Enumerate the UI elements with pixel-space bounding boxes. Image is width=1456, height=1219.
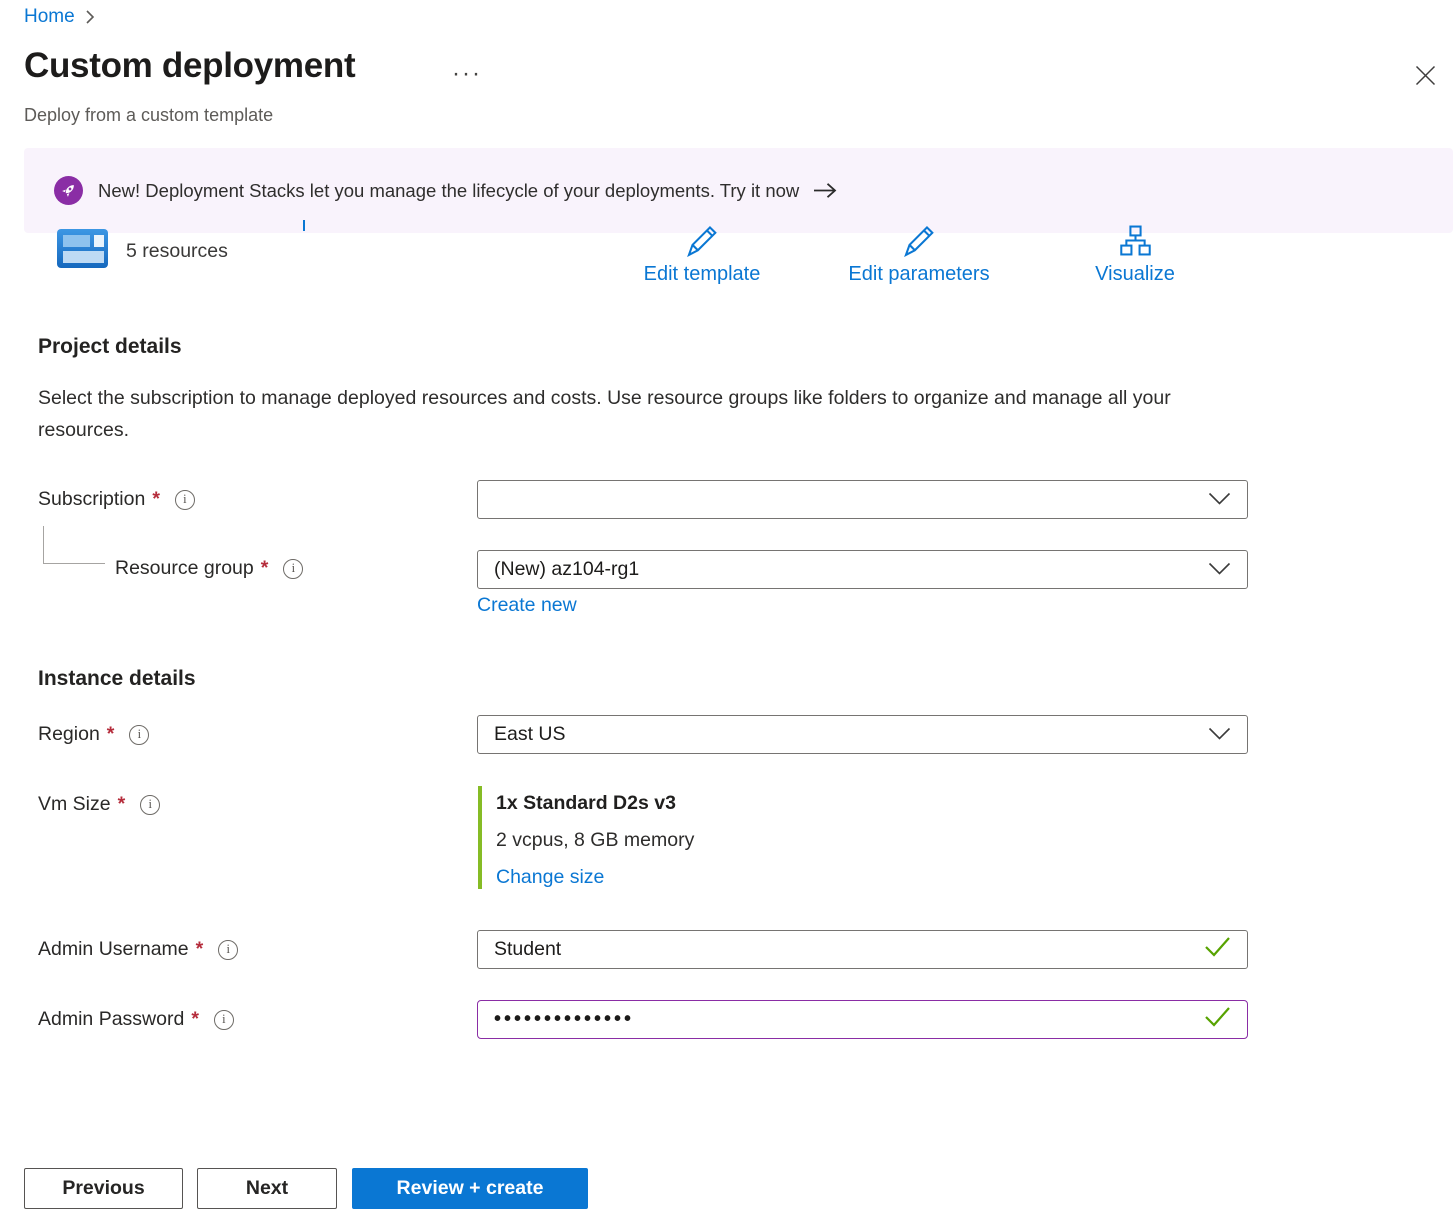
change-size-link[interactable]: Change size bbox=[496, 866, 604, 888]
region-label: Region * i bbox=[38, 723, 149, 746]
admin-password-value: •••••••••••••• bbox=[494, 1008, 634, 1031]
edit-parameters-label: Edit parameters bbox=[848, 263, 989, 286]
chevron-down-icon bbox=[1208, 558, 1231, 581]
pencil-icon bbox=[684, 224, 720, 262]
required-asterisk: * bbox=[196, 938, 204, 961]
visualize-label: Visualize bbox=[1095, 263, 1175, 286]
breadcrumb-chevron-icon bbox=[85, 9, 95, 25]
check-icon bbox=[1204, 936, 1231, 963]
breadcrumb: Home bbox=[24, 6, 95, 28]
required-asterisk: * bbox=[261, 557, 269, 580]
arrow-right-icon bbox=[813, 182, 838, 199]
visualize-button[interactable]: Visualize bbox=[1055, 224, 1215, 286]
more-actions-button[interactable]: ··· bbox=[452, 60, 482, 88]
region-value: East US bbox=[494, 723, 566, 746]
edit-template-button[interactable]: Edit template bbox=[622, 224, 782, 286]
edit-parameters-button[interactable]: Edit parameters bbox=[839, 224, 999, 286]
hierarchy-connector-vertical bbox=[43, 526, 44, 564]
review-create-button[interactable]: Review + create bbox=[352, 1168, 588, 1209]
admin-username-label: Admin Username * i bbox=[38, 938, 238, 961]
template-icon bbox=[57, 229, 108, 268]
chevron-down-icon bbox=[1208, 488, 1231, 511]
admin-password-input[interactable]: •••••••••••••• bbox=[477, 1000, 1248, 1039]
next-button[interactable]: Next bbox=[197, 1168, 337, 1209]
previous-button[interactable]: Previous bbox=[24, 1168, 183, 1209]
check-icon bbox=[1204, 1006, 1231, 1033]
banner-message[interactable]: New! Deployment Stacks let you manage th… bbox=[98, 180, 799, 202]
rocket-icon bbox=[54, 176, 83, 205]
project-details-description: Select the subscription to manage deploy… bbox=[38, 383, 1188, 446]
hierarchy-connector-horizontal bbox=[43, 563, 105, 564]
required-asterisk: * bbox=[118, 793, 126, 816]
instance-details-heading: Instance details bbox=[38, 667, 196, 691]
subscription-label: Subscription * i bbox=[38, 488, 195, 511]
resource-group-select[interactable]: (New) az104-rg1 bbox=[477, 550, 1248, 589]
admin-password-label: Admin Password * i bbox=[38, 1008, 234, 1031]
deployment-stacks-banner[interactable]: New! Deployment Stacks let you manage th… bbox=[24, 148, 1453, 233]
region-select[interactable]: East US bbox=[477, 715, 1248, 754]
info-icon[interactable]: i bbox=[283, 559, 303, 579]
chevron-down-icon bbox=[1208, 723, 1231, 746]
vm-size-specs: 2 vcpus, 8 GB memory bbox=[496, 829, 694, 852]
resource-group-label: Resource group * i bbox=[115, 557, 303, 580]
page-subtitle: Deploy from a custom template bbox=[24, 105, 273, 126]
required-asterisk: * bbox=[191, 1008, 199, 1031]
edit-template-label: Edit template bbox=[644, 263, 761, 286]
pencil-icon bbox=[901, 224, 937, 262]
cropped-text-artifact bbox=[303, 220, 305, 231]
info-icon[interactable]: i bbox=[175, 490, 195, 510]
admin-username-input[interactable]: Student bbox=[477, 930, 1248, 969]
resource-group-value: (New) az104-rg1 bbox=[494, 558, 639, 581]
page-title: Custom deployment bbox=[24, 46, 355, 86]
resource-count-label: 5 resources bbox=[126, 240, 228, 263]
project-details-heading: Project details bbox=[38, 335, 182, 359]
vm-size-label: Vm Size * i bbox=[38, 793, 160, 816]
subscription-select[interactable] bbox=[477, 480, 1248, 519]
org-chart-icon bbox=[1119, 224, 1152, 262]
required-asterisk: * bbox=[107, 723, 115, 746]
vm-size-title: 1x Standard D2s v3 bbox=[496, 792, 694, 815]
breadcrumb-home-link[interactable]: Home bbox=[24, 6, 75, 28]
create-new-link[interactable]: Create new bbox=[477, 594, 577, 617]
info-icon[interactable]: i bbox=[140, 795, 160, 815]
info-icon[interactable]: i bbox=[214, 1010, 234, 1030]
admin-username-value: Student bbox=[494, 938, 561, 961]
vm-size-summary: 1x Standard D2s v3 2 vcpus, 8 GB memory … bbox=[478, 786, 694, 889]
info-icon[interactable]: i bbox=[218, 940, 238, 960]
required-asterisk: * bbox=[152, 488, 160, 511]
close-icon[interactable] bbox=[1410, 60, 1440, 90]
info-icon[interactable]: i bbox=[129, 725, 149, 745]
